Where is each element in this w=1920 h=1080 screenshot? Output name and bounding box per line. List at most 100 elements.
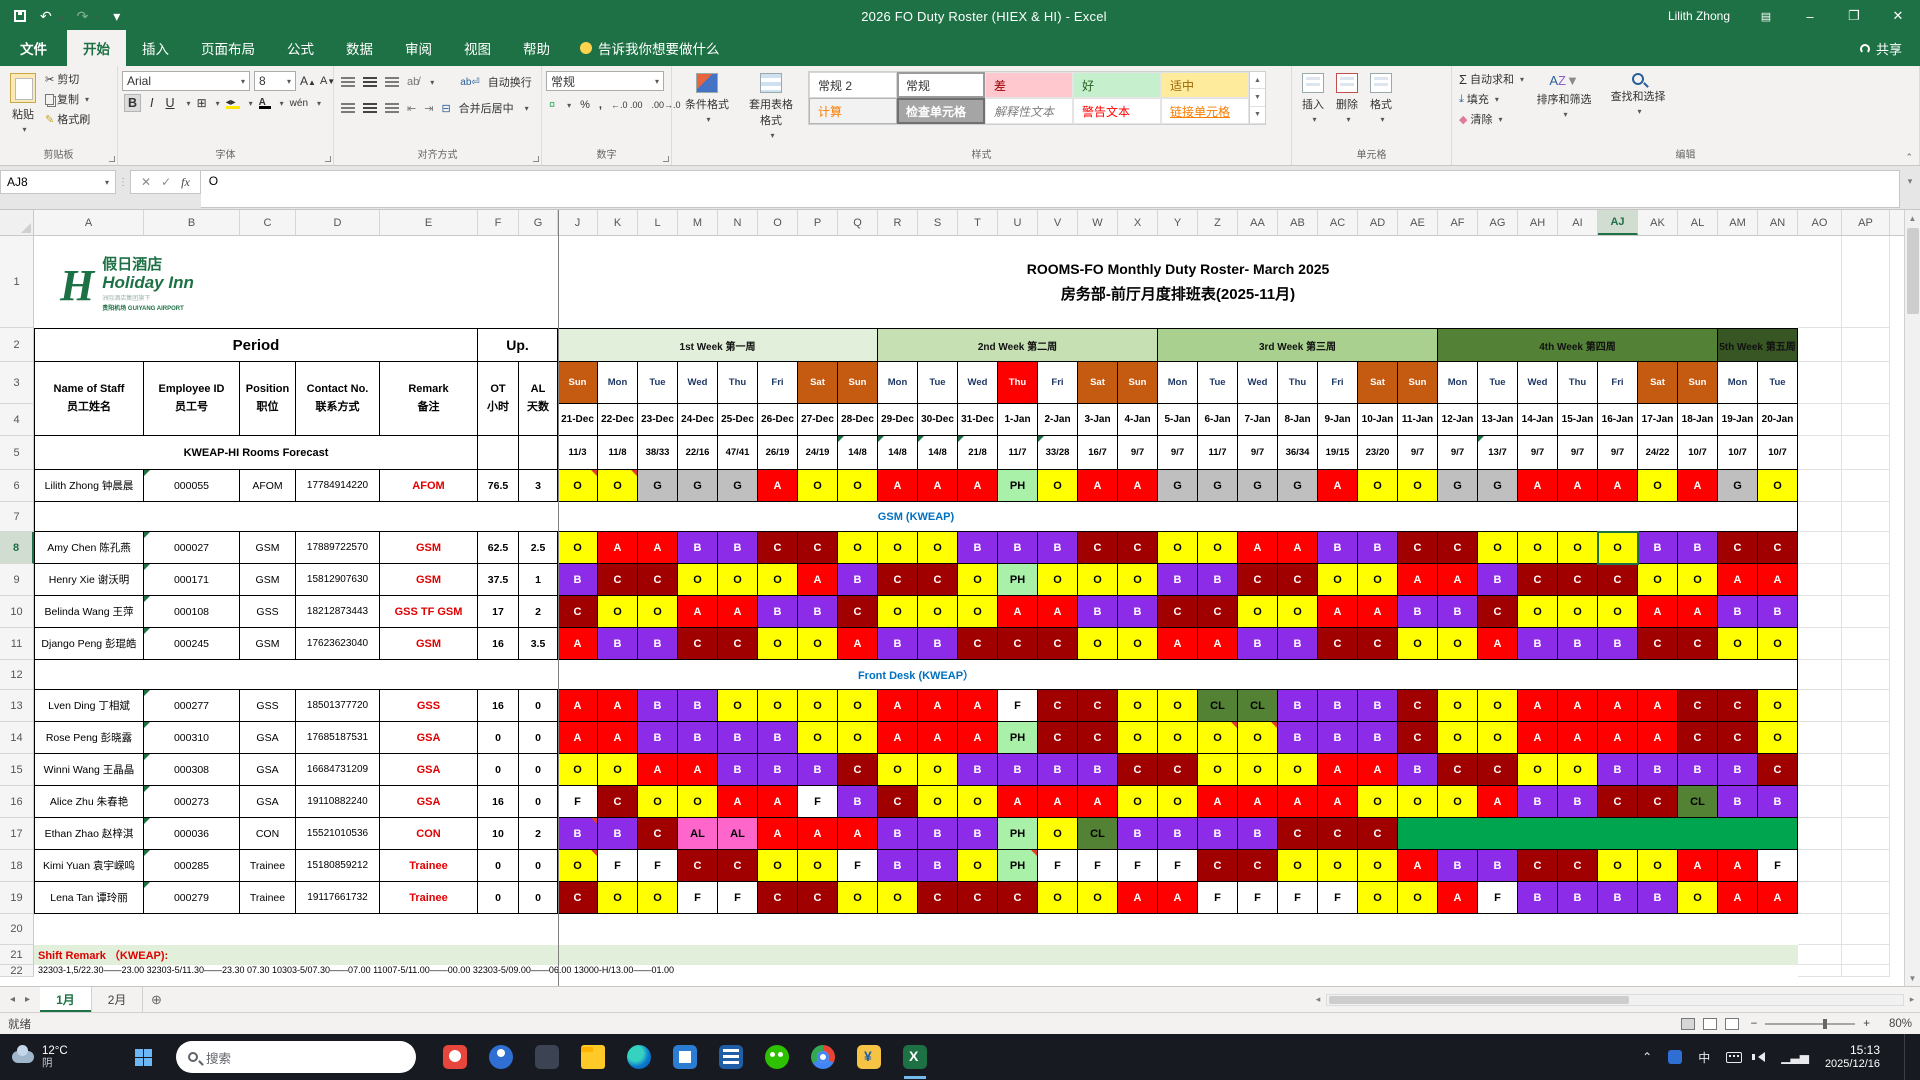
date-22-Dec[interactable]: 22-Dec [598,404,638,436]
taskbar-icon-wechat[interactable] [764,1044,790,1070]
cell-X11[interactable]: O [1118,628,1158,660]
cell-AF6[interactable]: G [1438,470,1478,502]
cell-AE8[interactable]: C [1398,532,1438,564]
cell-AK9[interactable]: O [1638,564,1678,596]
forecast-13-Jan[interactable]: 13/7 [1478,436,1518,470]
cell-X16[interactable]: O [1118,786,1158,818]
cell-AN9[interactable]: A [1758,564,1798,596]
dow-5-Jan[interactable]: Mon [1158,362,1198,404]
date-17-Jan[interactable]: 17-Jan [1638,404,1678,436]
staff-name[interactable]: Alice Zhu 朱春艳 [34,786,144,818]
dow-8-Jan[interactable]: Thu [1278,362,1318,404]
staff-ot[interactable]: 76.5 [478,470,519,502]
cell-AH19[interactable]: B [1518,882,1558,914]
staff-contact[interactable]: 18501377720 [296,690,380,722]
select-all-corner[interactable] [0,210,34,235]
page-layout-view-icon[interactable] [1702,1017,1717,1030]
staff-remark[interactable]: GSA [380,786,478,818]
cell-AF18[interactable]: B [1438,850,1478,882]
cell-X6[interactable]: A [1118,470,1158,502]
dow-1-Jan[interactable]: Thu [998,362,1038,404]
staff-remark[interactable]: GSS [380,690,478,722]
normal-view-icon[interactable] [1680,1017,1695,1030]
forecast-17-Jan[interactable]: 24/22 [1638,436,1678,470]
staff-contact[interactable]: 17623623040 [296,628,380,660]
column-header-AO[interactable]: AO [1798,210,1842,235]
taskbar-icon-edge[interactable] [626,1044,652,1070]
staff-contact[interactable]: 17685187531 [296,722,380,754]
cell-R16[interactable]: C [878,786,918,818]
cell-ap[interactable] [1842,722,1890,754]
column-header-T[interactable]: T [958,210,998,235]
cell-Q9[interactable]: B [838,564,878,596]
cell-Y10[interactable]: C [1158,596,1198,628]
cell-W9[interactable]: O [1078,564,1118,596]
cell-O8[interactable]: C [758,532,798,564]
cell-ao[interactable] [1798,786,1842,818]
cell-J10[interactable]: C [558,596,598,628]
cell-X17[interactable]: B [1118,818,1158,850]
cell-Z14[interactable]: O [1198,722,1238,754]
cell-AH6[interactable]: A [1518,470,1558,502]
staff-name[interactable]: Belinda Wang 王萍 [34,596,144,628]
start-button[interactable] [120,1034,166,1080]
cell-AD18[interactable]: O [1358,850,1398,882]
staff-id[interactable]: 000171 [144,564,240,596]
cell-U14[interactable]: PH [998,722,1038,754]
column-header-G[interactable]: G [519,210,558,235]
cell-AL14[interactable]: C [1678,722,1718,754]
dow-19-Jan[interactable]: Mon [1718,362,1758,404]
share-button[interactable]: 共享 [1842,31,1920,66]
cell-AD15[interactable]: A [1358,754,1398,786]
cell-AM15[interactable]: B [1718,754,1758,786]
maximize-button[interactable]: ❐ [1832,0,1876,32]
cell-ao[interactable] [1798,628,1842,660]
cell-AJ10[interactable]: O [1598,596,1638,628]
cell-P17[interactable]: A [798,818,838,850]
phonetic-icon[interactable]: wén [290,98,308,109]
taskbar-icon-excel[interactable] [902,1044,928,1079]
cell-AJ8[interactable]: O▼ [1597,531,1639,565]
increase-indent-icon[interactable]: ⇥ [424,102,433,115]
cell-Z10[interactable]: C [1198,596,1238,628]
column-header-R[interactable]: R [878,210,918,235]
cell-ap[interactable] [1842,754,1890,786]
cell-AF14[interactable]: O [1438,722,1478,754]
cell-K15[interactable]: O [598,754,638,786]
cell-AE6[interactable]: O [1398,470,1438,502]
cell-S17[interactable]: B [918,818,958,850]
copy-button[interactable]: 复制 ▾ [42,89,93,109]
cell-N18[interactable]: C [718,850,758,882]
cell-style-好[interactable]: 好 [1073,72,1161,98]
staff-al[interactable]: 0 [519,850,558,882]
cancel-entry-icon[interactable]: ✕ [141,175,151,189]
merge-center-label[interactable]: 合并后居中 [459,100,514,116]
staff-remark[interactable]: GSA [380,754,478,786]
cell-AC6[interactable]: A [1318,470,1358,502]
bold-button[interactable]: B [124,94,142,112]
cell-ao[interactable] [1798,532,1842,564]
cell-ap[interactable] [1842,470,1890,502]
cell-S18[interactable]: B [918,850,958,882]
cell-P8[interactable]: C [798,532,838,564]
cell-M14[interactable]: B [678,722,718,754]
cell-P14[interactable]: O [798,722,838,754]
cell-AL11[interactable]: C [1678,628,1718,660]
staff-ot[interactable]: 16 [478,628,519,660]
cell-K11[interactable]: B [598,628,638,660]
cell-AC16[interactable]: A [1318,786,1358,818]
cell-R9[interactable]: C [878,564,918,596]
cell-P11[interactable]: O [798,628,838,660]
column-header-Y[interactable]: Y [1158,210,1198,235]
cell-AH8[interactable]: O [1518,532,1558,564]
taskbar-clock[interactable]: 15:13 2025/12/16 [1825,1043,1888,1071]
dow-23-Dec[interactable]: Tue [638,362,678,404]
cell-AN14[interactable]: O [1758,722,1798,754]
cell-AA9[interactable]: C [1238,564,1278,596]
font-size-combo[interactable]: 8 ▾ [254,71,296,91]
cell-ao[interactable] [1798,660,1842,690]
cell-V8[interactable]: B [1038,532,1078,564]
zoom-percent[interactable]: 80% [1878,1018,1912,1030]
cell-Y8[interactable]: O [1158,532,1198,564]
cell-T14[interactable]: A [958,722,998,754]
